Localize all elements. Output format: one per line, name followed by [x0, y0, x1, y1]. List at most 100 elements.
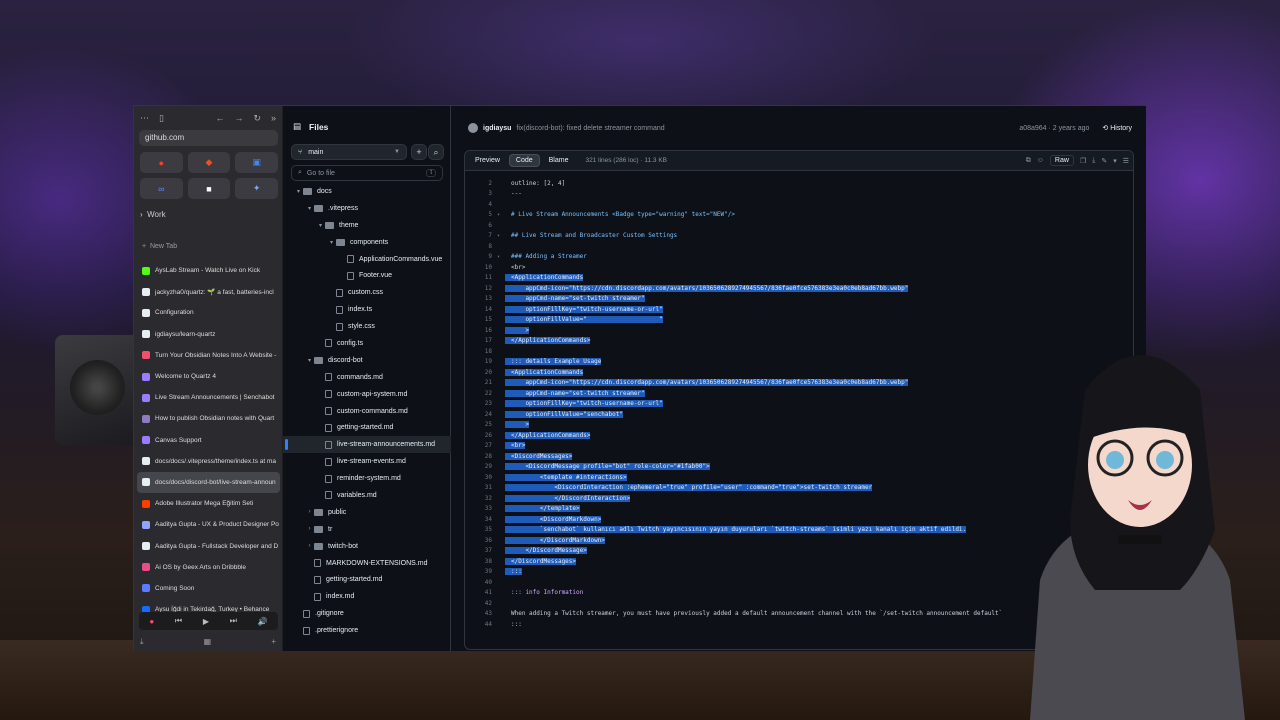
reload-icon[interactable]: ↻ [253, 113, 261, 124]
tree-file[interactable]: getting-started.md [283, 571, 451, 588]
fold-icon[interactable]: ▾ [492, 233, 505, 239]
tree-file[interactable]: config.ts [283, 335, 451, 352]
tree-file[interactable]: custom.css [283, 284, 451, 301]
back-icon[interactable]: ← [215, 113, 224, 123]
line-number[interactable]: 6 [465, 222, 492, 229]
symbols-icon[interactable]: ☰ [1123, 157, 1129, 165]
line-number[interactable]: 38 [465, 558, 492, 565]
line-number[interactable]: 27 [465, 442, 492, 449]
line-number[interactable]: 28 [465, 453, 492, 460]
volume-icon[interactable]: 🔊 [258, 617, 268, 626]
line-number[interactable]: 13 [465, 295, 492, 302]
line-number[interactable]: 25 [465, 421, 492, 428]
line-number[interactable]: 14 [465, 306, 492, 313]
line-number[interactable]: 16 [465, 327, 492, 334]
line-number[interactable]: 24 [465, 411, 492, 418]
copilot-chat-icon[interactable]: ☺ [1037, 157, 1044, 164]
favorite-chrome[interactable]: ● [140, 152, 183, 173]
chevron-down-icon[interactable]: ▾ [1113, 157, 1117, 165]
tree-folder[interactable]: ▾ components [283, 234, 451, 251]
line-number[interactable]: 19 [465, 358, 492, 365]
line-number[interactable]: 32 [465, 495, 492, 502]
tree-file[interactable]: .gitignore [283, 605, 451, 622]
line-number[interactable]: 10 [465, 264, 492, 271]
copy-icon[interactable]: ❐ [1080, 157, 1086, 165]
sidebar-tab[interactable]: Coming Soon [137, 578, 280, 599]
line-number[interactable]: 3 [465, 190, 492, 197]
sidebar-tab[interactable]: Welcome to Quartz 4 [137, 366, 280, 387]
tree-file[interactable]: ApplicationCommands.vue [283, 251, 451, 268]
tree-folder[interactable]: › public [283, 504, 451, 521]
space-section[interactable]: › Work [140, 210, 166, 219]
commit-message[interactable]: fix(discord-bot): fixed delete streamer … [516, 125, 664, 132]
line-number[interactable]: 33 [465, 505, 492, 512]
line-number[interactable]: 30 [465, 474, 492, 481]
line-number[interactable]: 42 [465, 600, 492, 607]
panel-toggle-icon[interactable]: ▤ [293, 121, 301, 132]
line-number[interactable]: 7 [465, 232, 492, 239]
line-number[interactable]: 15 [465, 316, 492, 323]
tree-file[interactable]: getting-started.md [283, 419, 451, 436]
tree-folder[interactable]: ▾ docs [283, 183, 451, 200]
line-number[interactable]: 36 [465, 537, 492, 544]
tree-file[interactable]: index.md [283, 588, 451, 605]
tree-file[interactable]: live-stream-announcements.md [283, 436, 451, 454]
tree-file[interactable]: index.ts [283, 301, 451, 318]
new-tab-button[interactable]: + New Tab [142, 243, 177, 250]
next-icon[interactable]: ⏭ [230, 616, 237, 626]
branch-selector[interactable]: ⑂ main ▼ [291, 144, 407, 160]
fold-icon[interactable]: ▾ [492, 254, 505, 260]
menu-icon[interactable]: ⋯ [140, 113, 149, 124]
sidebar-tab[interactable]: Adobe Illustrator Mega Eğitim Seti [137, 493, 280, 514]
favorite-notion[interactable]: ■ [187, 178, 231, 199]
favorite-gemini[interactable]: ✦ [235, 178, 278, 199]
favorite-figma[interactable]: ◆ [187, 152, 231, 173]
history-button[interactable]: ⟲ History [1102, 124, 1132, 132]
edit-icon[interactable]: ✎ [1101, 157, 1107, 165]
tree-folder[interactable]: › tr [283, 521, 451, 538]
line-number[interactable]: 31 [465, 484, 492, 491]
add-file-button[interactable]: + [411, 144, 427, 160]
line-number[interactable]: 17 [465, 337, 492, 344]
line-number[interactable]: 41 [465, 589, 492, 596]
sidebar-toggle-icon[interactable]: ▯ [159, 113, 164, 124]
tree-file[interactable]: Footer.vue [283, 267, 451, 284]
tree-file[interactable]: custom-commands.md [283, 403, 451, 420]
tree-folder[interactable]: ▾ theme [283, 217, 451, 234]
tree-file[interactable]: variables.md [283, 487, 451, 504]
fold-icon[interactable]: ▾ [492, 212, 505, 218]
previous-icon[interactable]: ⏮ [175, 616, 182, 626]
library-icon[interactable]: ▦ [204, 637, 212, 647]
sidebar-tab[interactable]: docs/docs/.vitepress/theme/index.ts at m… [137, 451, 280, 472]
download-icon[interactable]: ⤓ [1092, 157, 1095, 165]
line-number[interactable]: 8 [465, 243, 492, 250]
tree-file[interactable]: style.css [283, 318, 451, 335]
forward-icon[interactable]: → [234, 113, 243, 123]
line-number[interactable]: 39 [465, 568, 492, 575]
sidebar-tab[interactable]: How to publish Obsidian notes with Quart [137, 408, 280, 429]
tree-folder[interactable]: ▾ discord-bot [283, 352, 451, 369]
commit-meta[interactable]: a08a964 · 2 years ago [1019, 125, 1089, 132]
sidebar-tab[interactable]: Ai OS by Geex Arts on Dribbble [137, 557, 280, 578]
tab-code[interactable]: Code [508, 154, 540, 167]
tree-file[interactable]: MARKDOWN-EXTENSIONS.md [283, 555, 451, 572]
sidebar-tab[interactable]: Turn Your Obsidian Notes Into A Website … [137, 345, 280, 366]
line-number[interactable]: 2 [465, 180, 492, 187]
line-number[interactable]: 4 [465, 201, 492, 208]
line-number[interactable]: 43 [465, 610, 492, 617]
commit-author[interactable]: igdiaysu [483, 125, 511, 132]
copilot-icon[interactable]: ⧉ [1026, 157, 1031, 165]
line-number[interactable]: 9 [465, 253, 492, 260]
line-number[interactable]: 22 [465, 390, 492, 397]
url-bar[interactable]: github.com [139, 130, 278, 146]
line-number[interactable]: 35 [465, 526, 492, 533]
tree-file[interactable]: reminder-system.md [283, 470, 451, 487]
line-number[interactable]: 12 [465, 285, 492, 292]
tab-blame[interactable]: Blame [543, 155, 575, 166]
raw-button[interactable]: Raw [1049, 155, 1074, 166]
line-number[interactable]: 44 [465, 621, 492, 628]
line-number[interactable]: 20 [465, 369, 492, 376]
line-number[interactable]: 11 [465, 274, 492, 281]
line-number[interactable]: 26 [465, 432, 492, 439]
add-icon[interactable]: + [271, 637, 276, 647]
